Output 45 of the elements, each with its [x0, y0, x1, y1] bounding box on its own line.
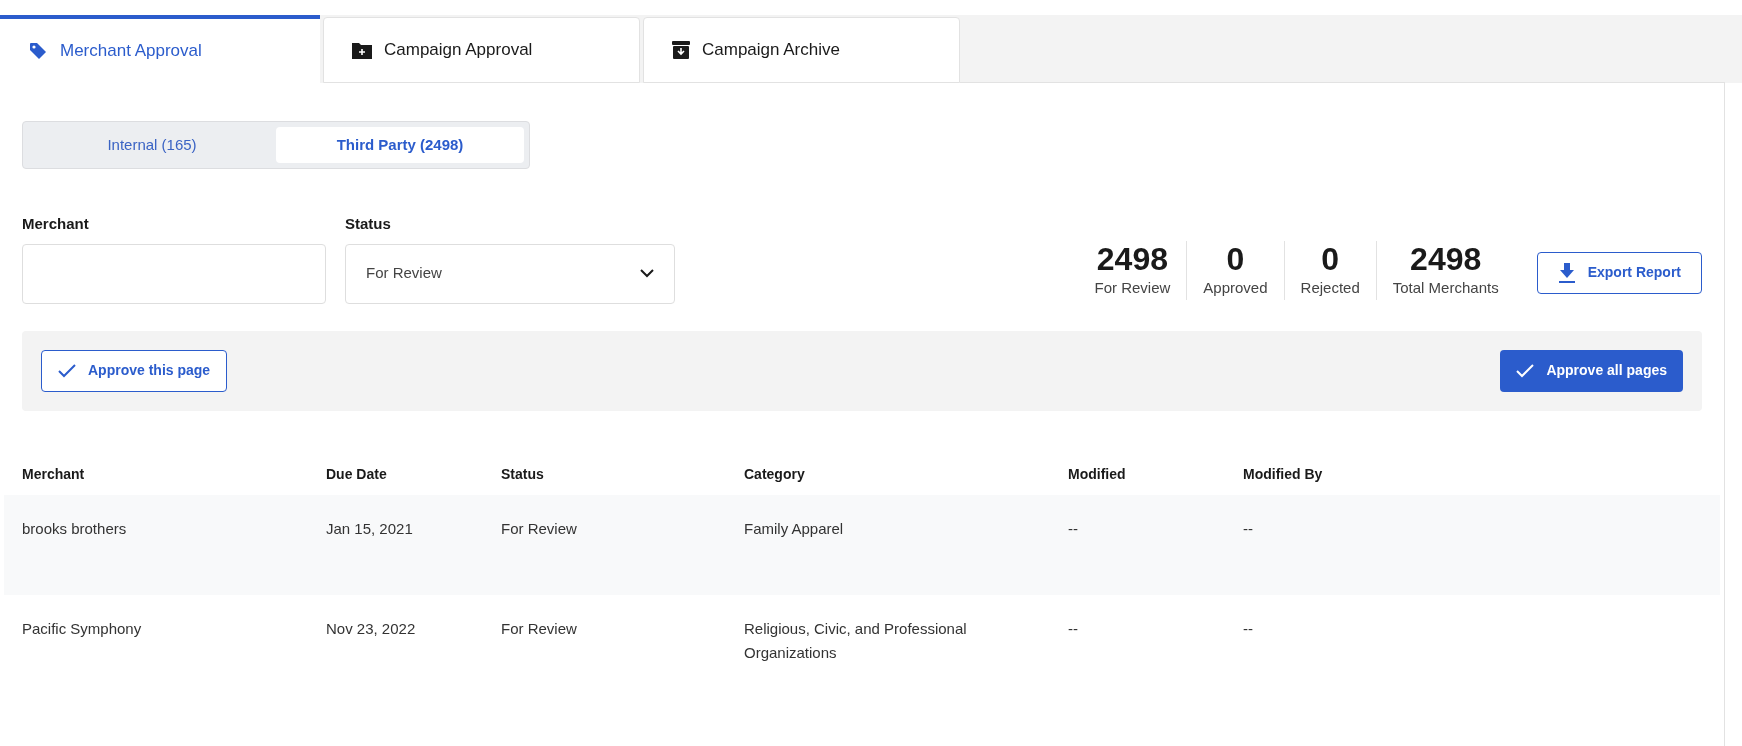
table-cell-text: --	[1068, 618, 1079, 639]
stat-label: Rejected	[1300, 278, 1360, 298]
table-cell-text: For Review	[501, 618, 578, 639]
column-header: Category	[744, 465, 806, 484]
table-cell-text: brooks brothers	[22, 518, 128, 539]
stat-value: 0	[1226, 241, 1245, 277]
table-cell-text: Nov 23, 2022	[326, 618, 417, 639]
stat-value: 2498	[1410, 241, 1482, 277]
check-icon	[58, 363, 76, 378]
tag-icon	[28, 41, 48, 61]
table-cell-text: For Review	[501, 518, 578, 539]
stat-value: 0	[1321, 241, 1340, 277]
approve-page-button[interactable]: Approve this page	[41, 349, 228, 392]
chevron-down-icon	[640, 269, 654, 278]
tab[interactable]: Campaign Archive	[643, 17, 960, 83]
stat-label: Total Merchants	[1392, 278, 1499, 298]
column-header: Due Date	[326, 465, 388, 484]
download-icon	[1557, 262, 1576, 283]
archive-box-icon	[672, 41, 690, 59]
check-icon	[1516, 363, 1535, 378]
column-header: Modified	[1068, 465, 1127, 484]
stat-value: 2498	[1096, 241, 1168, 277]
tab[interactable]: Campaign Approval	[323, 17, 640, 83]
stat-label: Approved	[1203, 278, 1268, 298]
table-cell-text: --	[1243, 618, 1254, 639]
table-cell-text: Jan 15, 2021	[326, 518, 414, 539]
segment-tab[interactable]: Internal (165)	[28, 127, 276, 163]
folder-plus-icon	[352, 41, 372, 59]
field-label: Merchant	[22, 214, 90, 234]
table-cell-text: --	[1243, 518, 1254, 539]
column-header: Modified By	[1243, 465, 1324, 484]
export-report-button[interactable]: Export Report	[1536, 251, 1702, 294]
segment-tab[interactable]: Third Party (2498)	[276, 127, 524, 163]
field-label: Status	[345, 214, 392, 234]
table-cell-text: Religious, Civic, and Professional Organizations	[744, 618, 968, 663]
column-header: Status	[501, 465, 545, 484]
stat-label: For Review	[1094, 278, 1171, 298]
column-header: Merchant	[22, 465, 86, 484]
tab[interactable]: Merchant Approval	[0, 15, 320, 83]
status-dropdown[interactable]: For Review	[345, 243, 675, 304]
approve-all-button[interactable]: Approve all pages	[1500, 349, 1683, 392]
table-cell-text: Pacific Symphony	[22, 618, 143, 639]
merchant-input-field[interactable]	[22, 243, 326, 304]
table-cell-text: Family Apparel	[744, 518, 845, 539]
table-cell-text: --	[1068, 518, 1079, 539]
